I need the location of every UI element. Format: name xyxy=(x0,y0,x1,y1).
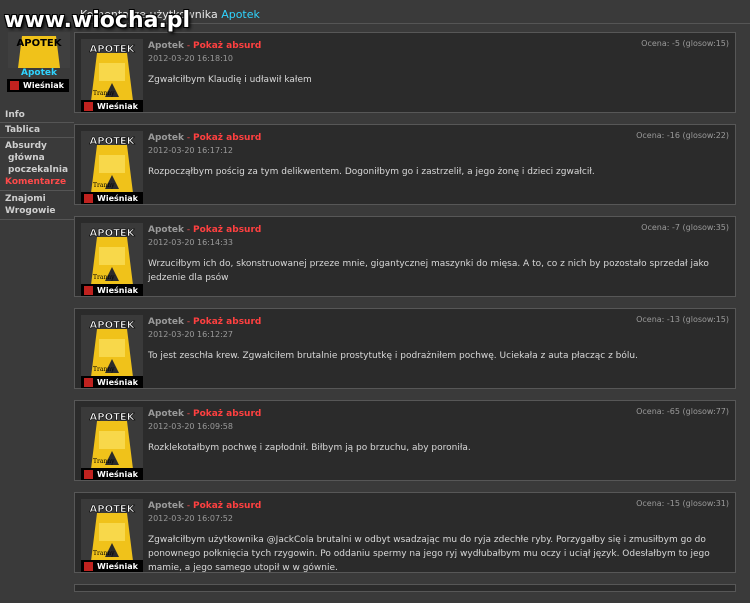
show-absurd-link[interactable]: Pokaż absurd xyxy=(193,225,261,235)
comment-rank-label: Wieśniak xyxy=(97,285,138,295)
comment-author-link[interactable]: Apotek xyxy=(148,133,184,143)
profile-rank-badge: Wieśniak xyxy=(7,79,69,92)
comment-rank-badge: Wieśniak xyxy=(81,100,143,112)
comments-list: APOTEK Tranny Wieśniak Apotek - Pokaż ab… xyxy=(74,32,736,603)
rank-icon xyxy=(84,193,93,203)
comment-card: APOTEK Tranny Wieśniak Apotek - Pokaż ab… xyxy=(74,308,736,389)
svg-text:Tranny: Tranny xyxy=(93,274,115,281)
comment-rank-badge: Wieśniak xyxy=(81,284,143,296)
show-absurd-link[interactable]: Pokaż absurd xyxy=(193,41,261,51)
nav-group-main: Absurdy główna poczekalnia Komentarze xyxy=(0,138,74,191)
show-absurd-link[interactable]: Pokaż absurd xyxy=(193,317,261,327)
comment-author-link[interactable]: Apotek xyxy=(148,317,184,327)
show-absurd-link[interactable]: Pokaż absurd xyxy=(193,409,261,419)
comment-meta: Apotek - Pokaż absurd xyxy=(148,225,261,235)
comment-meta: Apotek - Pokaż absurd xyxy=(148,133,261,143)
svg-text:APOTEK: APOTEK xyxy=(90,44,136,55)
comment-author-link[interactable]: Apotek xyxy=(148,501,184,511)
comment-rank-label: Wieśniak xyxy=(97,377,138,387)
rank-icon xyxy=(84,561,93,571)
svg-text:APOTEK: APOTEK xyxy=(90,504,136,515)
profile-nav: Info Tablica Absurdy główna poczekalnia … xyxy=(0,108,74,220)
svg-text:Tranny: Tranny xyxy=(93,90,115,97)
rank-icon xyxy=(84,285,93,295)
comment-score: Ocena: -65 (glosow:77) xyxy=(636,407,729,416)
comment-date: 2012-03-20 16:07:52 xyxy=(148,514,233,523)
comment-avatar[interactable]: APOTEK Tranny xyxy=(81,407,143,469)
comment-rank-badge: Wieśniak xyxy=(81,560,143,572)
comment-rank-label: Wieśniak xyxy=(97,561,138,571)
comment-avatar[interactable]: APOTEK Tranny xyxy=(81,131,143,193)
comment-author-link[interactable]: Apotek xyxy=(148,409,184,419)
profile-username[interactable]: Apotek xyxy=(0,68,78,78)
nav-wrogowie[interactable]: Wrogowie xyxy=(0,205,74,217)
comment-rank-badge: Wieśniak xyxy=(81,468,143,480)
svg-text:APOTEK: APOTEK xyxy=(90,136,136,147)
show-absurd-link[interactable]: Pokaż absurd xyxy=(193,133,261,143)
comment-score: Ocena: -13 (glosow:15) xyxy=(636,315,729,324)
site-watermark: www.wiocha.pl xyxy=(4,8,191,33)
comment-date: 2012-03-20 16:18:10 xyxy=(148,54,233,63)
rank-icon xyxy=(10,81,19,90)
nav-komentarze[interactable]: Komentarze xyxy=(0,176,74,188)
comment-meta: Apotek - Pokaż absurd xyxy=(148,501,261,511)
comment-card: APOTEK Tranny Wieśniak Apotek - Pokaż ab… xyxy=(74,492,736,573)
page-title-user-link[interactable]: Apotek xyxy=(221,8,260,21)
comment-card: APOTEK Tranny Wieśniak Apotek - Pokaż ab… xyxy=(74,216,736,297)
svg-text:Tranny: Tranny xyxy=(93,550,115,557)
comment-rank-label: Wieśniak xyxy=(97,101,138,111)
nav-absurdy[interactable]: Absurdy xyxy=(0,138,74,152)
comment-meta: Apotek - Pokaż absurd xyxy=(148,317,261,327)
comment-card: APOTEK Tranny Wieśniak Apotek - Pokaż ab… xyxy=(74,400,736,481)
comment-date: 2012-03-20 16:09:58 xyxy=(148,422,233,431)
comment-card: APOTEK Tranny Wieśniak Apotek - Pokaż ab… xyxy=(74,124,736,205)
svg-text:Tranny: Tranny xyxy=(93,182,115,189)
svg-text:APOTEK: APOTEK xyxy=(90,228,136,239)
svg-text:APOTEK: APOTEK xyxy=(90,320,136,331)
nav-absurdy-glowna[interactable]: główna xyxy=(0,152,74,164)
comment-score: Ocena: -16 (glosow:22) xyxy=(636,131,729,140)
nav-absurdy-poczekalnia[interactable]: poczekalnia xyxy=(0,164,74,176)
nav-tablica[interactable]: Tablica xyxy=(0,123,74,138)
comment-rank-label: Wieśniak xyxy=(97,193,138,203)
comment-card-partial xyxy=(74,584,736,592)
comment-author-link[interactable]: Apotek xyxy=(148,225,184,235)
comment-text: Rozklekotałbym pochwę i zapłodnił. Biłby… xyxy=(148,443,471,453)
rank-icon xyxy=(84,101,93,111)
svg-text:APOTEK: APOTEK xyxy=(17,38,63,49)
nav-znajomi[interactable]: Znajomi xyxy=(0,191,74,205)
nav-group-social: Znajomi Wrogowie xyxy=(0,191,74,220)
svg-text:Tranny: Tranny xyxy=(93,458,115,465)
comment-text: To jest zeschła krew. Zgwałciłem brutaln… xyxy=(148,351,638,361)
comment-avatar[interactable]: APOTEK Tranny xyxy=(81,39,143,101)
comment-meta: Apotek - Pokaż absurd xyxy=(148,41,261,51)
profile-rank-label: Wieśniak xyxy=(23,81,64,90)
comment-text: Zgwałciłbym użytkownika @JackCola brutal… xyxy=(148,535,710,573)
comment-text: Rozpocząłbym pościg za tym delikwentem. … xyxy=(148,167,595,177)
comment-card: APOTEK Tranny Wieśniak Apotek - Pokaż ab… xyxy=(74,32,736,113)
nav-info[interactable]: Info xyxy=(0,108,74,123)
rank-icon xyxy=(84,469,93,479)
svg-text:Tranny: Tranny xyxy=(93,366,115,373)
comment-text: Zgwałciłbym Klaudię i udławił kałem xyxy=(148,75,312,85)
comment-date: 2012-03-20 16:12:27 xyxy=(148,330,233,339)
comment-avatar[interactable]: APOTEK Tranny xyxy=(81,315,143,377)
comment-text: Wrzuciłbym ich do, skonstruowanej przeze… xyxy=(148,259,709,283)
svg-text:APOTEK: APOTEK xyxy=(90,412,136,423)
comment-rank-label: Wieśniak xyxy=(97,469,138,479)
comment-avatar[interactable]: APOTEK Tranny xyxy=(81,499,143,561)
comment-rank-badge: Wieśniak xyxy=(81,376,143,388)
comment-rank-badge: Wieśniak xyxy=(81,192,143,204)
comment-meta: Apotek - Pokaż absurd xyxy=(148,409,261,419)
comment-author-link[interactable]: Apotek xyxy=(148,41,184,51)
rank-icon xyxy=(84,377,93,387)
comment-date: 2012-03-20 16:14:33 xyxy=(148,238,233,247)
profile-avatar[interactable]: APOTEK xyxy=(8,32,70,68)
comment-score: Ocena: -7 (glosow:35) xyxy=(641,223,729,232)
comment-score: Ocena: -15 (glosow:31) xyxy=(636,499,729,508)
comment-score: Ocena: -5 (glosow:15) xyxy=(641,39,729,48)
comment-date: 2012-03-20 16:17:12 xyxy=(148,146,233,155)
show-absurd-link[interactable]: Pokaż absurd xyxy=(193,501,261,511)
comment-avatar[interactable]: APOTEK Tranny xyxy=(81,223,143,285)
